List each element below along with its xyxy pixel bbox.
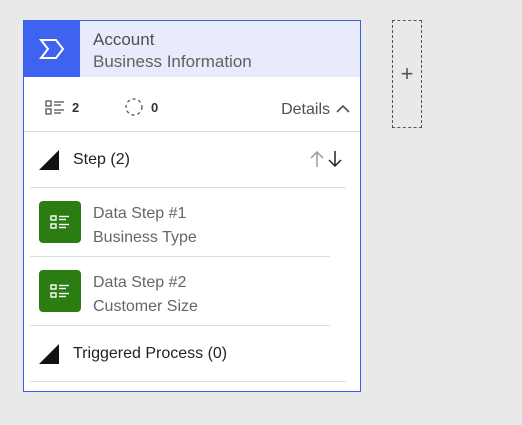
stage-card[interactable]: Account Business Information 2 0 Details…: [23, 20, 361, 392]
chevron-up-icon: [336, 101, 350, 119]
stage-entity-label: Account: [93, 30, 155, 49]
sort-controls: [310, 150, 342, 173]
add-stage-button[interactable]: +: [392, 20, 422, 128]
step-title: Data Step #2: [93, 274, 187, 291]
move-up-arrow-icon[interactable]: [310, 150, 324, 173]
details-toggle[interactable]: Details: [281, 101, 350, 119]
steps-count-value: 2: [72, 99, 80, 115]
conditions-count-stat: 0: [124, 98, 159, 116]
steps-section-label: Step (2): [73, 150, 130, 168]
dashed-circle-icon: [124, 98, 144, 116]
list-icon: [45, 99, 65, 115]
stage-header[interactable]: Account Business Information: [24, 21, 360, 77]
details-label: Details: [281, 101, 330, 118]
step-item[interactable]: Data Step #2 Customer Size: [30, 257, 330, 326]
data-step-icon: [39, 270, 81, 312]
collapse-triangle-icon: [39, 149, 59, 170]
triggered-process-section-header[interactable]: Triggered Process (0): [30, 326, 346, 382]
triggered-process-label: Triggered Process (0): [73, 344, 228, 362]
step-field: Business Type: [93, 229, 197, 246]
step-item[interactable]: Data Step #1 Business Type: [30, 188, 330, 257]
steps-section-header[interactable]: Step (2): [30, 132, 346, 188]
stage-chevron-icon: [24, 21, 80, 77]
step-field: Customer Size: [93, 298, 198, 315]
step-title: Data Step #1: [93, 205, 187, 222]
data-step-icon: [39, 201, 81, 243]
stage-name-label: Business Information: [93, 52, 252, 71]
steps-count-stat: 2: [45, 99, 79, 115]
stage-stats-row: 2 0 Details: [24, 77, 360, 132]
move-down-arrow-icon[interactable]: [328, 150, 342, 173]
conditions-count-value: 0: [151, 99, 159, 115]
collapse-triangle-icon: [39, 343, 59, 364]
